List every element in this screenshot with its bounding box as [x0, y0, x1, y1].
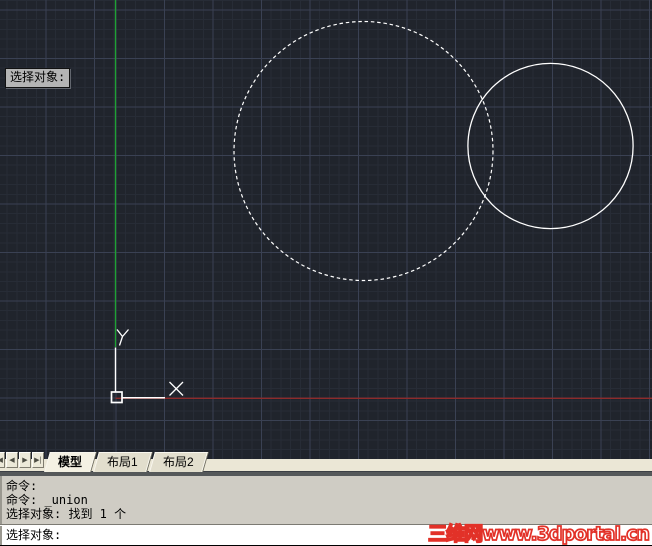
tab-nav-last-icon[interactable]: ▶|: [32, 452, 44, 468]
autocad-window: 选择对象: |◀ ◀ ▶ ▶| 模型 布局1 布局2 命令: 命令: _unio…: [0, 0, 652, 546]
tab-layout1[interactable]: 布局1: [93, 452, 152, 472]
tab-layout2-label: 布局2: [162, 455, 194, 469]
drawing-canvas[interactable]: 选择对象:: [0, 0, 652, 459]
ucs-y-label: [116, 329, 129, 346]
command-history: 命令: 命令: _union 选择对象: 找到 1 个: [0, 476, 652, 524]
cursor-prompt-tooltip: 选择对象:: [5, 68, 71, 88]
tab-layout2[interactable]: 布局2: [148, 452, 208, 472]
tab-nav-first-icon[interactable]: |◀: [0, 452, 5, 468]
tab-nav-prev-icon[interactable]: ◀: [6, 452, 18, 468]
ucs-origin-square: [110, 391, 123, 404]
selected-circle-dashed[interactable]: [233, 20, 494, 282]
ucs-x-label: [169, 381, 184, 396]
command-input-line[interactable]: 选择对象:: [0, 526, 652, 545]
command-history-line: 命令:: [6, 479, 38, 493]
tab-nav-next-icon[interactable]: ▶: [19, 452, 31, 468]
tab-nav-buttons: |◀ ◀ ▶ ▶|: [0, 452, 45, 468]
tab-model-label: 模型: [58, 455, 83, 469]
tab-layout1-label: 布局1: [107, 455, 138, 469]
command-history-line: 命令: _union: [6, 493, 88, 507]
ucs-icon: [110, 329, 184, 404]
geometry-layer: [110, 0, 652, 404]
layout-tabs: 模型 布局1 布局2: [44, 452, 208, 472]
command-history-line: 选择对象: 找到 1 个: [6, 507, 127, 521]
tab-model[interactable]: 模型: [44, 452, 96, 472]
